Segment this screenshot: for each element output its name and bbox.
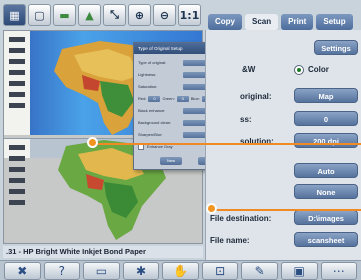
color-label: Color (308, 65, 329, 74)
image-preview-icon[interactable]: ▬ (53, 4, 76, 26)
single-page-icon[interactable]: ▢ (28, 4, 51, 26)
edit-icon[interactable]: ✎ (241, 262, 278, 280)
settings-button[interactable]: Settings (314, 40, 358, 55)
preview-icon[interactable]: ⊡ (201, 262, 239, 280)
folder-icon[interactable]: ▭ (83, 262, 120, 280)
tab-setup[interactable]: Setup (316, 14, 353, 30)
select-icon[interactable]: ▦ (3, 4, 26, 26)
bw-label: &W (242, 65, 256, 74)
save-icon[interactable]: ▣ (280, 262, 318, 280)
zoom-region-icon[interactable]: ⤡ (103, 4, 126, 26)
file-destination-label: File destination: (210, 214, 272, 223)
scan-hand-icon[interactable]: ✋ (162, 262, 199, 280)
tab-print[interactable]: Print (281, 14, 314, 30)
preview-toolbar: ▦ ▢ ▬ ▲ ⤡ ⊕ ⊖ 1:1 (3, 4, 201, 28)
help-icon[interactable]: ? (43, 262, 81, 280)
file-destination-button[interactable]: D:\images (294, 210, 358, 225)
delete-icon[interactable]: ✖ (4, 262, 41, 280)
scan-settings-panel: Settings &W Color original: Map ss: 0 so… (205, 30, 361, 261)
actual-size-icon[interactable]: 1:1 (178, 4, 201, 26)
none-button[interactable]: None (294, 184, 358, 199)
ss-button[interactable]: 0 (294, 111, 358, 126)
callout-line (212, 209, 361, 211)
auto-button[interactable]: Auto (294, 163, 358, 178)
more-icon[interactable]: ⋯ (320, 262, 358, 280)
resolution-button[interactable]: 200 dpi (294, 133, 358, 148)
new-button[interactable]: New (160, 157, 182, 165)
tab-scan[interactable]: Scan (245, 14, 279, 30)
callout-marker (206, 203, 217, 214)
zoom-out-icon[interactable]: ⊖ (153, 4, 176, 26)
paper-type-label: .31 - HP Bright White Inkjet Bond Paper (3, 246, 203, 258)
ss-label: ss: (240, 115, 252, 124)
file-name-label: File name: (210, 236, 250, 245)
green-field[interactable]: 0 (176, 95, 189, 102)
callout-marker (87, 137, 98, 148)
file-name-button[interactable]: scansheet (294, 232, 358, 247)
red-field[interactable]: 0 (148, 95, 161, 102)
zoom-in-icon[interactable]: ⊕ (128, 4, 151, 26)
landscape-icon[interactable]: ▲ (78, 4, 101, 26)
tools-icon[interactable]: ✱ (122, 262, 160, 280)
bottom-toolbar: ✖ ? ▭ ✱ ✋ ⊡ ✎ ▣ ⋯ (0, 260, 361, 280)
main-tabs: Copy Scan Print Setup (208, 14, 353, 30)
callout-line (93, 143, 361, 145)
color-radio[interactable] (294, 65, 304, 75)
original-type-button[interactable]: Map (294, 88, 358, 103)
original-label: original: (240, 92, 272, 101)
tab-copy[interactable]: Copy (208, 14, 242, 30)
